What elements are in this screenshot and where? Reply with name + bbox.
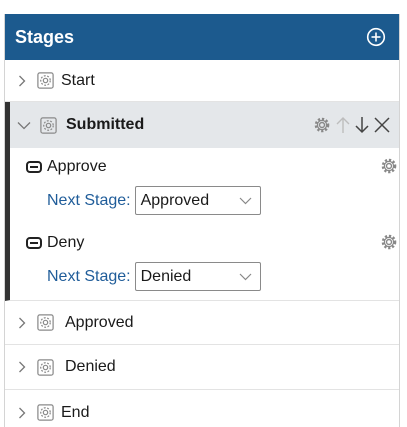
action-name[interactable]: Deny <box>26 234 84 252</box>
stage-label: Submitted <box>66 116 145 133</box>
chevron-down-icon[interactable] <box>17 121 33 130</box>
stage-gear-icon <box>35 71 55 91</box>
stage-gear-icon <box>39 116 58 135</box>
stage-label: End <box>61 403 90 421</box>
chevron-down-icon <box>239 268 252 286</box>
next-stage-label: Next Stage: <box>47 191 131 209</box>
action-deny: Deny Next Stage: Denied <box>10 226 399 300</box>
move-up-icon[interactable] <box>335 115 351 135</box>
stage-label: Approved <box>65 313 134 331</box>
button-icon <box>26 237 42 249</box>
gear-icon[interactable] <box>379 232 399 252</box>
stage-label: Start <box>61 71 95 89</box>
select-value: Denied <box>140 267 192 285</box>
plus-circle-icon[interactable] <box>365 26 387 48</box>
button-icon <box>26 161 42 173</box>
stage-gear-icon <box>35 313 55 333</box>
stage-row-submitted[interactable]: Submitted <box>10 102 399 148</box>
stage-gear-icon <box>35 357 55 377</box>
stage-row-end[interactable]: End <box>5 390 399 427</box>
action-approve: Approve Next Stage: Approved <box>10 148 399 226</box>
close-icon[interactable] <box>373 115 391 135</box>
next-stage-select[interactable]: Denied <box>134 262 261 291</box>
action-label: Approve <box>47 158 107 175</box>
stage-row-approved[interactable]: Approved <box>5 301 399 345</box>
stages-title: Stages <box>15 26 75 47</box>
chevron-right-icon[interactable] <box>15 75 29 87</box>
next-stage-label: Next Stage: <box>47 267 131 285</box>
stages-header: Stages <box>5 14 399 60</box>
action-label: Deny <box>47 234 85 251</box>
select-value: Approved <box>140 191 210 209</box>
gear-icon[interactable] <box>379 156 399 176</box>
stage-row-denied[interactable]: Denied <box>5 345 399 390</box>
next-stage-row: Next Stage: Approved <box>47 186 261 215</box>
settings-gear-icon[interactable] <box>312 115 332 135</box>
stage-actions <box>312 115 391 135</box>
chevron-right-icon[interactable] <box>15 407 29 419</box>
action-name[interactable]: Approve <box>26 158 107 176</box>
chevron-right-icon[interactable] <box>15 361 29 373</box>
stage-label: Denied <box>65 358 116 375</box>
next-stage-select[interactable]: Approved <box>134 186 261 215</box>
move-down-icon[interactable] <box>354 115 370 135</box>
chevron-right-icon[interactable] <box>15 317 29 329</box>
stages-panel: Stages Start Submitted Approve Next Stag… <box>4 14 400 427</box>
stage-gear-icon <box>35 403 55 423</box>
stage-submitted-expanded: Submitted Approve Next Stage: Approved D… <box>5 102 399 301</box>
next-stage-row: Next Stage: Denied <box>47 262 261 291</box>
stage-row-start[interactable]: Start <box>5 60 399 102</box>
chevron-down-icon <box>239 192 252 210</box>
